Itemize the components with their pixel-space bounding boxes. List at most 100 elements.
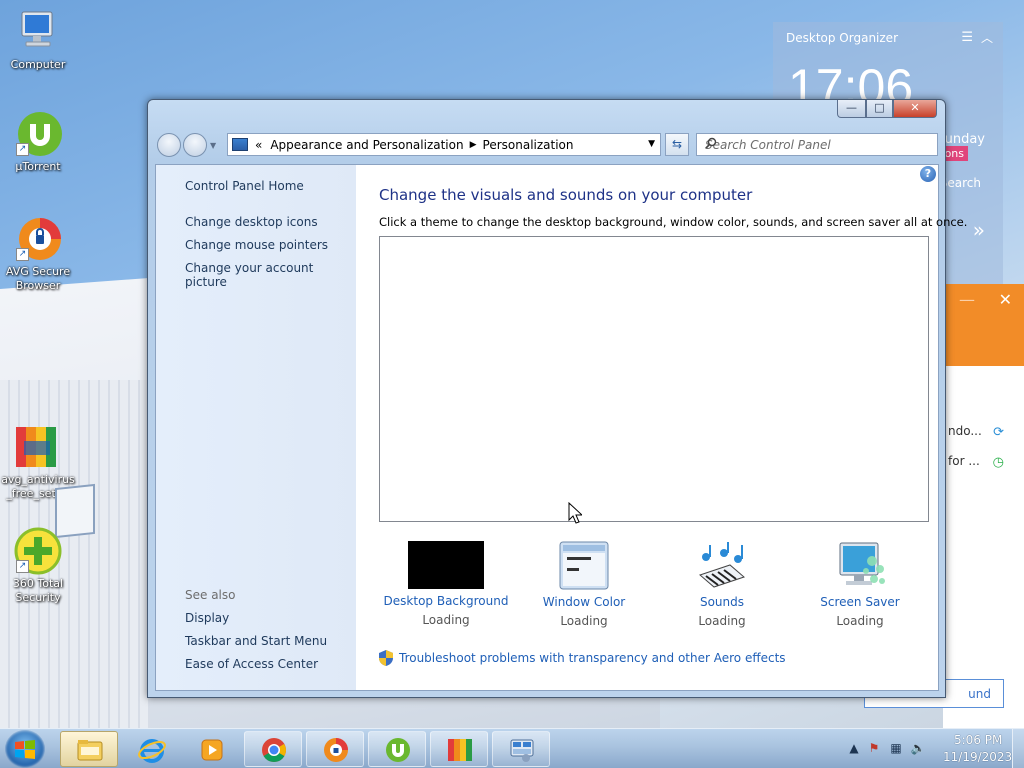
- shortcut-arrow-icon: ↗: [16, 560, 29, 573]
- sidebar: Control Panel Home Change desktop icons …: [156, 165, 356, 690]
- close-icon[interactable]: ✕: [999, 290, 1012, 309]
- sidebar-link-control-panel-home[interactable]: Control Panel Home: [185, 179, 304, 193]
- taskbar-utorrent[interactable]: [368, 731, 426, 767]
- window-color-icon: [546, 541, 622, 590]
- taskbar-control-panel[interactable]: [492, 731, 550, 767]
- troubleshoot-link[interactable]: Troubleshoot problems with transparency …: [399, 651, 786, 665]
- tile-window-color[interactable]: Window Color Loading: [515, 541, 653, 628]
- hamburger-menu-icon[interactable]: ☰: [961, 30, 973, 45]
- show-hidden-icons-icon[interactable]: ▲: [846, 741, 862, 757]
- troubleshoot-row: Troubleshoot problems with transparency …: [379, 650, 786, 666]
- avg-antivirus-icon: [14, 423, 62, 471]
- utorrent-icon: [386, 738, 410, 762]
- breadcrumb-appearance[interactable]: Appearance and Personalization: [270, 138, 463, 152]
- taskbar-media-player[interactable]: [182, 731, 240, 767]
- sidebar-link-change-mouse-pointers[interactable]: Change mouse pointers: [185, 238, 328, 252]
- system-tray: ▲ ⚑ ▦ 🔈 5:06 PM 11/19/2023: [824, 729, 1024, 768]
- taskbar-avg-antivirus[interactable]: [430, 731, 488, 767]
- sidebar-link-taskbar-start-menu[interactable]: Taskbar and Start Menu: [185, 634, 327, 648]
- taskbar-windows-explorer[interactable]: [60, 731, 118, 767]
- address-bar[interactable]: « Appearance and Personalization ▶ Perso…: [227, 133, 661, 156]
- theme-list[interactable]: [379, 236, 929, 522]
- main-panel: ? Change the visuals and sounds on your …: [356, 165, 967, 690]
- show-desktop-button[interactable]: [1012, 729, 1024, 768]
- sounds-link[interactable]: Sounds: [653, 595, 791, 609]
- taskbar-chrome[interactable]: [244, 731, 302, 767]
- shield-icon: [379, 650, 393, 666]
- volume-muted-icon[interactable]: 🔈: [910, 741, 926, 757]
- taskbar: ▲ ⚑ ▦ 🔈 5:06 PM 11/19/2023: [0, 728, 1024, 768]
- double-chevron-right-icon[interactable]: »: [973, 218, 985, 242]
- desktop-icon-computer[interactable]: Computer: [0, 8, 78, 72]
- desktop-icon-avg-secure-browser[interactable]: ↗ AVG Secure Browser: [0, 215, 78, 293]
- organizer-title: Desktop Organizer: [786, 31, 898, 45]
- breadcrumb-personalization[interactable]: Personalization: [483, 138, 574, 152]
- network-icon[interactable]: ▦: [888, 741, 904, 757]
- tile-desktop-background[interactable]: Desktop Background Loading: [377, 541, 515, 627]
- folder-icon: [77, 740, 103, 761]
- minimize-icon[interactable]: —: [959, 290, 975, 309]
- close-button[interactable]: ✕: [893, 100, 937, 118]
- control-panel-icon: [232, 138, 248, 151]
- breadcrumb-separator-icon[interactable]: ▶: [470, 140, 477, 150]
- screen-saver-status: Loading: [836, 614, 884, 628]
- desktop-background-link[interactable]: Desktop Background: [377, 594, 515, 608]
- page-subtitle: Click a theme to change the desktop back…: [379, 215, 968, 229]
- sidebar-link-display[interactable]: Display: [185, 611, 229, 625]
- window-color-link[interactable]: Window Color: [515, 595, 653, 609]
- search-input[interactable]: Search Control Panel: [696, 133, 938, 156]
- personalization-window: — □ ✕ ▼ « Appearance and Personalization…: [147, 99, 967, 698]
- screen-saver-icon: [822, 541, 898, 590]
- sidebar-link-change-account-picture[interactable]: Change your account picture: [185, 261, 356, 289]
- caption-buttons: — □ ✕: [837, 100, 937, 118]
- forward-button[interactable]: [183, 133, 207, 157]
- desktop-background-status: Loading: [422, 613, 470, 627]
- control-panel-icon: [510, 739, 534, 762]
- shortcut-arrow-icon: ↗: [16, 143, 29, 156]
- sounds-status: Loading: [698, 614, 746, 628]
- screen-saver-link[interactable]: Screen Saver: [791, 595, 929, 609]
- tile-screen-saver[interactable]: Screen Saver Loading: [791, 541, 929, 628]
- taskbar-internet-explorer[interactable]: [122, 731, 180, 767]
- clock-icon: ◷: [992, 455, 1004, 470]
- avg-secure-browser-icon: ↗: [14, 215, 62, 263]
- avg-panel-row: for ...: [948, 454, 980, 468]
- sidebar-link-change-desktop-icons[interactable]: Change desktop icons: [185, 215, 318, 229]
- back-button[interactable]: [157, 133, 181, 157]
- start-button[interactable]: [5, 730, 45, 768]
- chevron-up-icon[interactable]: ︿: [981, 29, 993, 46]
- utorrent-icon: ↗: [14, 110, 62, 158]
- media-player-icon: [201, 739, 223, 761]
- refresh-button[interactable]: ⇆: [665, 133, 689, 156]
- internet-explorer-icon: [138, 739, 166, 763]
- maximize-button[interactable]: □: [866, 100, 893, 118]
- tray-time[interactable]: 5:06 PM: [954, 733, 1002, 747]
- avg-notification-panel: — ✕ ndo... ⟳ for ... ◷: [943, 284, 1024, 728]
- chrome-icon: [262, 738, 286, 762]
- sync-icon: ⟳: [993, 425, 1004, 440]
- mouse-cursor-icon: [568, 502, 582, 524]
- action-center-icon[interactable]: ⚑: [866, 741, 882, 757]
- recent-pages-dropdown-icon[interactable]: ▼: [210, 141, 216, 150]
- organizer-day: unday: [944, 132, 985, 147]
- minimize-button[interactable]: —: [837, 100, 866, 118]
- desktop-icon-utorrent[interactable]: ↗ µTorrent: [0, 110, 78, 174]
- tray-date[interactable]: 11/19/2023: [943, 750, 1012, 764]
- page-title: Change the visuals and sounds on your co…: [379, 186, 753, 204]
- windows-logo-icon: [15, 740, 35, 759]
- avg-panel-row: ndo...: [948, 424, 982, 438]
- search-icon[interactable]: [705, 137, 932, 152]
- taskbar-avg-secure-browser[interactable]: [306, 731, 364, 767]
- avg-panel-header: — ✕: [943, 284, 1024, 366]
- sidebar-link-ease-of-access[interactable]: Ease of Access Center: [185, 657, 318, 671]
- help-icon[interactable]: ?: [920, 166, 936, 182]
- desktop-icon-360-total-security[interactable]: ↗ 360 Total Security: [0, 527, 78, 605]
- tile-sounds[interactable]: Sounds Loading: [653, 541, 791, 628]
- computer-icon: [14, 8, 62, 56]
- breadcrumb-overflow[interactable]: «: [255, 138, 262, 152]
- avg-antivirus-icon: [448, 739, 472, 761]
- address-dropdown-icon[interactable]: ▼: [648, 139, 655, 149]
- refresh-icon: ⇆: [671, 137, 683, 151]
- shortcut-arrow-icon: ↗: [16, 248, 29, 261]
- 360-total-security-icon: ↗: [14, 527, 62, 575]
